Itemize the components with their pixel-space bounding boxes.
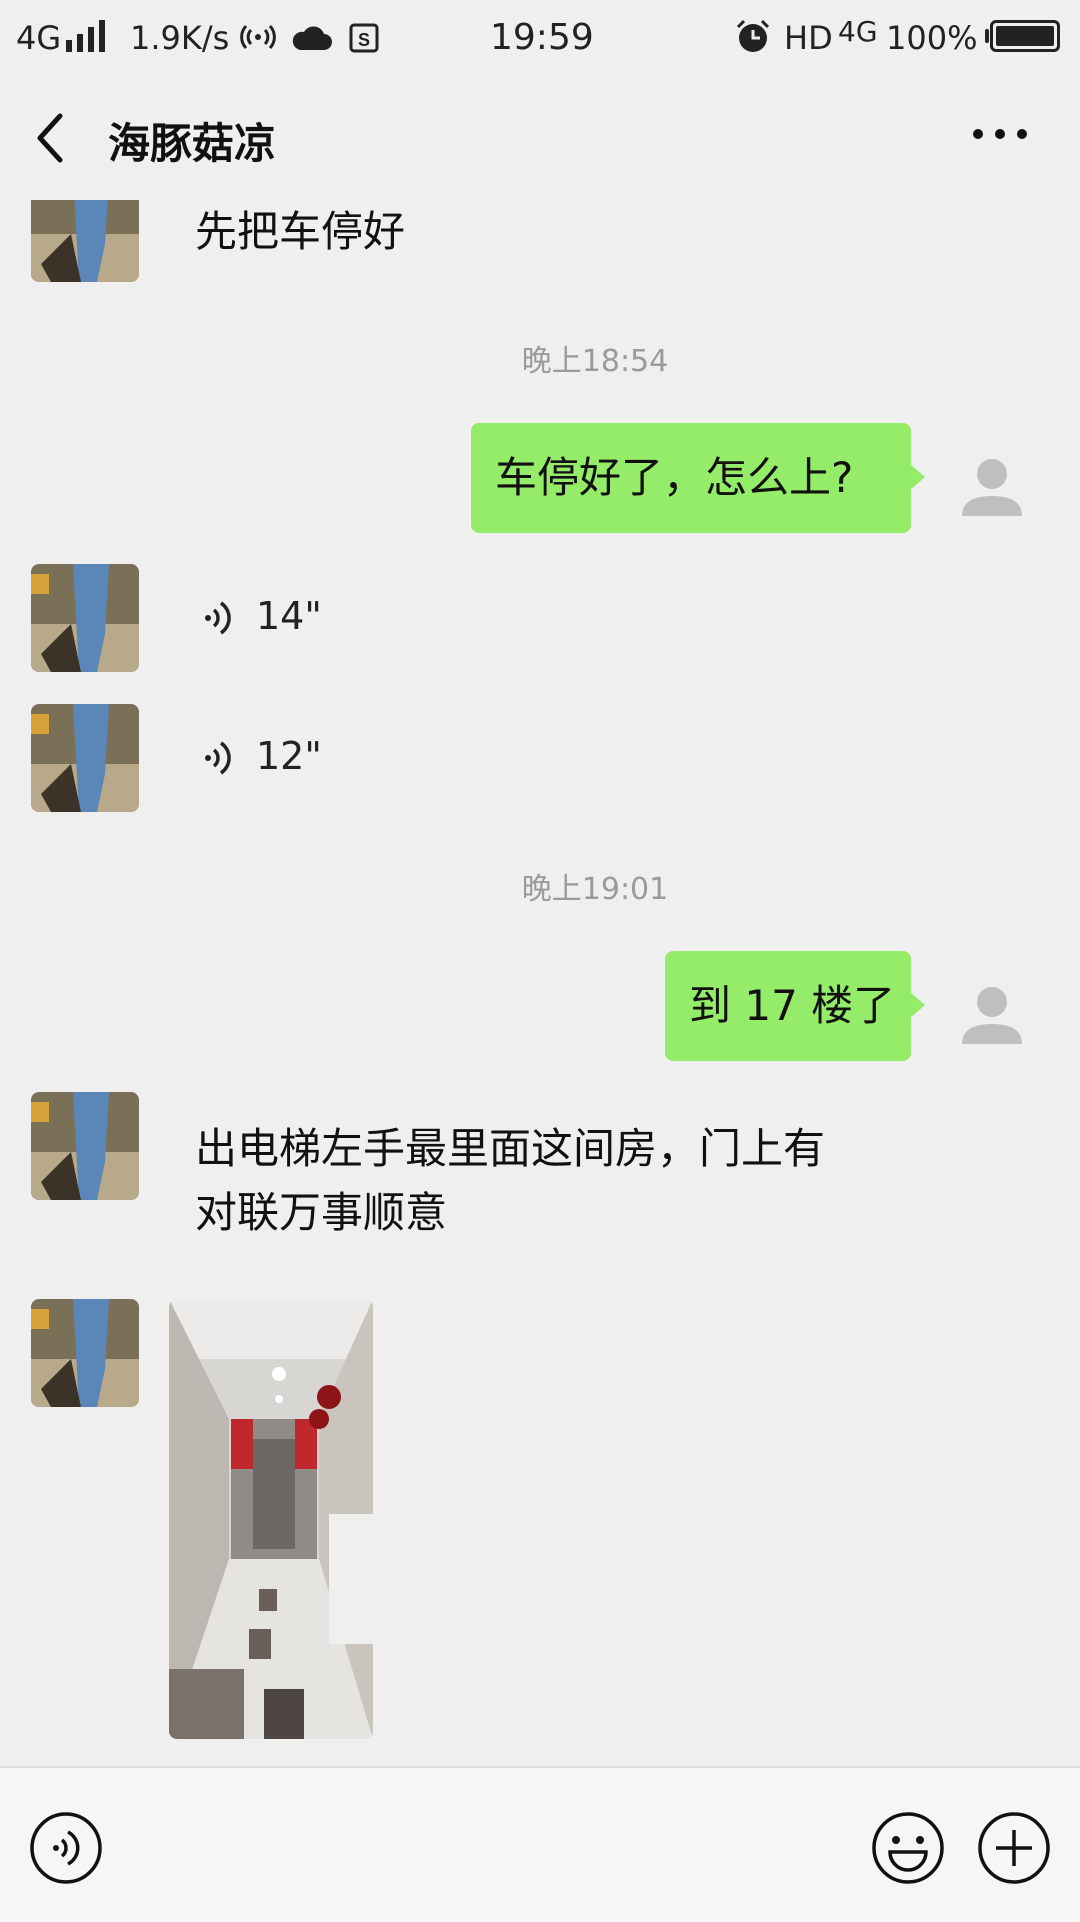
chat-title: 海豚菇凉 <box>108 119 277 168</box>
battery-icon <box>990 20 1060 52</box>
timestamp: 晚上18:54 <box>521 344 669 379</box>
hotspot-icon <box>240 24 276 50</box>
chat-message-list[interactable]: 先把车停好 晚上18:54 车停好了，怎么上? 14" 12" 晚上19:01 … <box>0 200 1080 1766</box>
outgoing-message-bubble[interactable]: 到 17 楼了 <box>665 951 925 1061</box>
voice-wave-icon <box>205 601 231 635</box>
chat-header: 海豚菇凉 <box>0 72 1080 200</box>
back-arrow-icon[interactable] <box>30 108 70 168</box>
voice-duration: 12" <box>256 734 322 778</box>
timestamp: 晚上19:01 <box>521 872 669 907</box>
clock: 19:59 <box>490 17 594 58</box>
outgoing-message-bubble[interactable]: 车停好了，怎么上? <box>471 423 925 533</box>
message-line: 出电梯左手最里面这间房，门上有 <box>195 1124 826 1173</box>
network-type: 4G <box>16 19 62 57</box>
contact-avatar[interactable] <box>31 1299 139 1407</box>
message-line: 对联万事顺意 <box>195 1188 448 1237</box>
contact-avatar[interactable] <box>31 1092 139 1200</box>
svg-text:S: S <box>358 30 370 50</box>
image-message[interactable] <box>169 1299 373 1739</box>
voice-input-icon[interactable] <box>28 1810 104 1886</box>
contact-avatar[interactable] <box>31 564 139 672</box>
more-options-icon[interactable] <box>970 122 1030 146</box>
alarm-icon <box>736 19 770 52</box>
hd-indicator: HD <box>784 19 833 57</box>
add-more-icon[interactable] <box>976 1810 1052 1886</box>
contact-avatar[interactable] <box>31 200 139 282</box>
self-avatar[interactable] <box>952 968 1060 1076</box>
emoji-icon[interactable] <box>870 1810 946 1886</box>
network-speed: 1.9K/s <box>130 19 230 57</box>
network-type-2: 4G <box>838 15 878 48</box>
incoming-message-text: 先把车停好 <box>195 207 406 256</box>
self-avatar[interactable] <box>952 440 1060 548</box>
payment-app-icon: S <box>349 23 379 53</box>
battery-nub <box>985 29 989 43</box>
battery-percent: 100% <box>886 19 978 57</box>
signal-bars-icon <box>66 20 110 52</box>
voice-duration: 14" <box>256 594 322 638</box>
contact-avatar[interactable] <box>31 704 139 812</box>
incoming-message-text: 出电梯左手最里面这间房，门上有 对联万事顺意 <box>195 1117 825 1245</box>
status-bar: 4G 1.9K/s S 19:59 HD 4G 100% <box>0 0 1080 72</box>
voice-wave-icon <box>205 741 231 775</box>
cloud-icon <box>292 26 332 50</box>
input-bar <box>0 1766 1080 1922</box>
